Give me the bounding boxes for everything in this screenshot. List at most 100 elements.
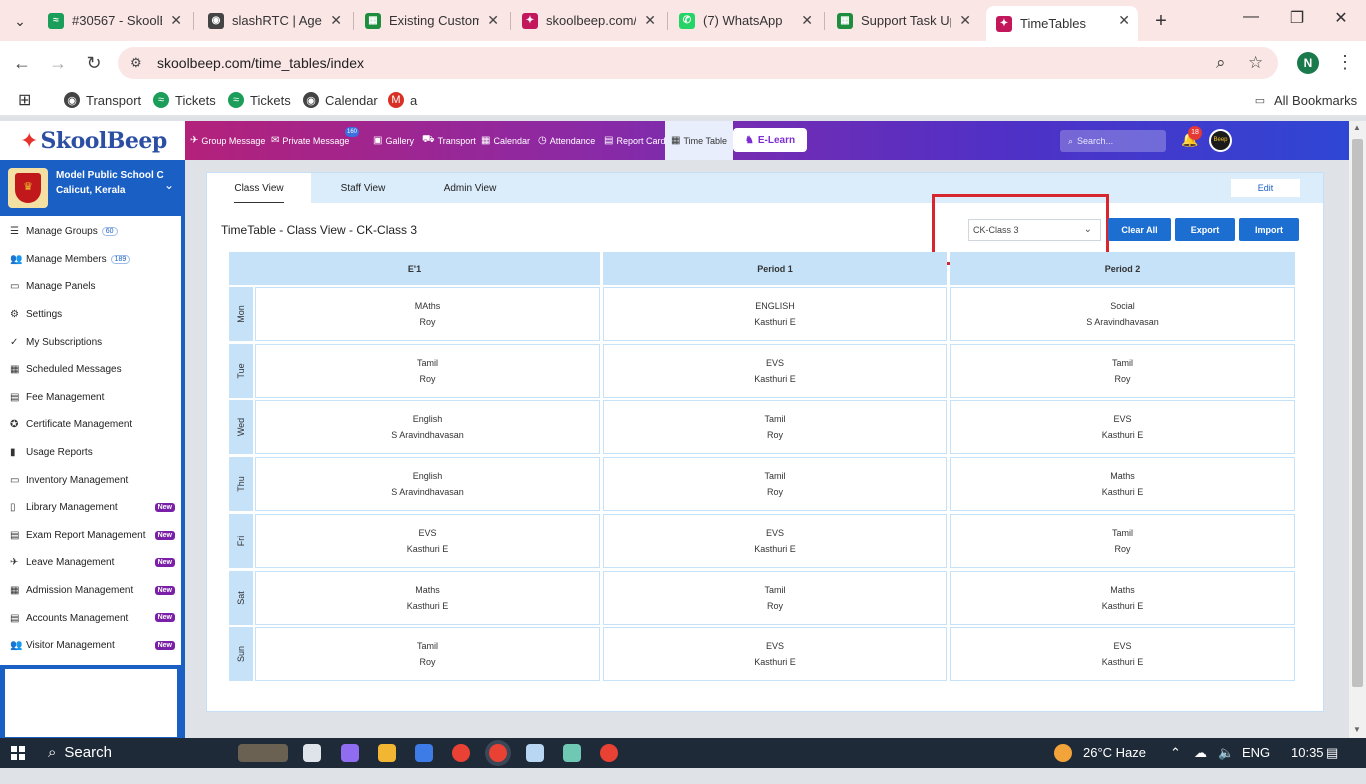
notepad-icon[interactable] xyxy=(526,744,544,762)
sidebar-item-library-management[interactable]: ▯ Library Management New xyxy=(0,494,181,522)
timetable-cell[interactable]: Tamil Roy xyxy=(603,570,947,625)
timetable-cell[interactable]: Tamil Roy xyxy=(255,343,600,398)
file-explorer-icon[interactable] xyxy=(378,744,396,762)
notification-center-icon[interactable]: ▤ xyxy=(1326,745,1338,761)
nav-attendance[interactable]: ◷ Attendance xyxy=(538,121,595,160)
restore-icon[interactable]: ❐ xyxy=(1282,8,1312,28)
close-tab-icon[interactable]: ✕ xyxy=(170,12,182,29)
browser-tab[interactable]: ◉ slashRTC | Agent ✕ xyxy=(198,6,350,35)
sidebar-item-my-subscriptions[interactable]: ✓ My Subscriptions xyxy=(0,328,181,356)
elearn-button[interactable]: ♞ E-Learn xyxy=(733,128,807,152)
browser-tab[interactable]: ✦ TimeTables ✕ xyxy=(986,6,1138,41)
close-tab-icon[interactable]: ✕ xyxy=(330,12,342,29)
widget-image-icon[interactable] xyxy=(238,744,288,762)
paint-icon[interactable] xyxy=(563,744,581,762)
sidebar-item-manage-members[interactable]: 👥 Manage Members 189 xyxy=(0,246,181,274)
page-scrollbar[interactable]: ▲ ▼ xyxy=(1349,121,1366,738)
scroll-down-icon[interactable]: ▼ xyxy=(1353,725,1361,734)
minimize-icon[interactable]: — xyxy=(1236,8,1266,26)
sidebar-item-usage-reports[interactable]: ▮ Usage Reports xyxy=(0,439,181,467)
timetable-cell[interactable]: English S Aravindhavasan xyxy=(255,457,600,512)
edit-button[interactable]: Edit xyxy=(1231,179,1300,197)
copilot-icon[interactable] xyxy=(341,744,359,762)
tab-class-view[interactable]: Class View xyxy=(207,173,311,203)
sidebar-item-scheduled-messages[interactable]: ▦ Scheduled Messages xyxy=(0,356,181,384)
timetable-cell[interactable]: Maths Kasthuri E xyxy=(950,570,1295,625)
browser-tab[interactable]: ▦ Existing Custom ✕ xyxy=(355,6,507,35)
timetable-cell[interactable]: ENGLISH Kasthuri E xyxy=(603,287,947,341)
sidebar-item-certificate-management[interactable]: ✪ Certificate Management xyxy=(0,411,181,439)
store-icon[interactable] xyxy=(415,744,433,762)
sidebar-item-leave-management[interactable]: ✈ Leave Management New xyxy=(0,549,181,577)
timetable-cell[interactable]: EVS Kasthuri E xyxy=(603,343,947,398)
sidebar-item-exam-report-management[interactable]: ▤ Exam Report Management New xyxy=(0,522,181,550)
all-bookmarks[interactable]: ▭ All Bookmarks xyxy=(1252,92,1357,108)
apps-grid-icon[interactable]: ⊞ xyxy=(18,90,31,110)
url-text[interactable]: skoolbeep.com/time_tables/index xyxy=(157,55,364,71)
nav-private-message[interactable]: ✉ Private Message xyxy=(271,121,349,160)
weather-icon[interactable] xyxy=(1054,744,1072,762)
clear-all-button[interactable]: Clear All xyxy=(1108,218,1171,241)
bookmark-item[interactable]: ◉ Transport xyxy=(64,92,141,108)
scroll-up-icon[interactable]: ▲ xyxy=(1353,123,1361,132)
timetable-cell[interactable]: MAths Roy xyxy=(255,287,600,341)
nav-gallery[interactable]: ▣ Gallery xyxy=(373,121,414,160)
nav-group-message[interactable]: ✈ Group Message xyxy=(190,121,265,160)
new-tab-icon[interactable]: + xyxy=(1148,8,1174,34)
close-tab-icon[interactable]: ✕ xyxy=(959,12,971,29)
header-search-input[interactable]: ⌕ Search... xyxy=(1060,130,1166,152)
browser-tab[interactable]: ✦ skoolbeep.com/ ✕ xyxy=(512,6,664,35)
timetable-cell[interactable]: EVS Kasthuri E xyxy=(603,627,947,682)
chrome-profile-icon[interactable] xyxy=(600,744,618,762)
sidebar-item-fee-management[interactable]: ▤ Fee Management xyxy=(0,384,181,412)
chevron-down-icon[interactable]: ⌄ xyxy=(164,178,174,192)
tray-chevron-icon[interactable]: ⌃ xyxy=(1170,745,1181,761)
sidebar-item-admission-management[interactable]: ▦ Admission Management New xyxy=(0,577,181,605)
timetable-cell[interactable]: Tamil Roy xyxy=(950,343,1295,398)
close-tab-icon[interactable]: ✕ xyxy=(1118,12,1130,29)
chrome-active-icon[interactable] xyxy=(489,744,507,762)
profile-avatar[interactable]: N xyxy=(1297,52,1319,74)
browser-tab[interactable]: ≈ #30567 - SkoolB ✕ xyxy=(38,6,190,35)
zoom-icon[interactable]: ⌕ xyxy=(1216,53,1226,73)
timetable-cell[interactable]: EVS Kasthuri E xyxy=(603,513,947,568)
school-selector[interactable]: ♛ Model Public School C Calicut, Kerala … xyxy=(0,160,181,216)
browser-tab[interactable]: ✆ (7) WhatsApp ✕ xyxy=(669,6,821,35)
browser-menu-icon[interactable]: ⋮ xyxy=(1336,52,1354,73)
close-tab-icon[interactable]: ✕ xyxy=(801,12,813,29)
forward-icon[interactable]: → xyxy=(47,52,69,74)
sidebar-item-manage-panels[interactable]: ▭ Manage Panels xyxy=(0,273,181,301)
sidebar-item-settings[interactable]: ⚙ Settings xyxy=(0,301,181,329)
close-tab-icon[interactable]: ✕ xyxy=(487,12,499,29)
timetable-cell[interactable]: EVS Kasthuri E xyxy=(950,400,1295,455)
taskbar-search[interactable]: ⌕ Search xyxy=(48,744,112,761)
clock[interactable]: 10:35 xyxy=(1291,745,1324,760)
speaker-icon[interactable]: 🔈 xyxy=(1218,745,1234,761)
language-indicator[interactable]: ENG xyxy=(1242,745,1270,760)
reload-icon[interactable]: ↻ xyxy=(83,52,105,74)
export-button[interactable]: Export xyxy=(1175,218,1235,241)
bookmark-item[interactable]: ◉ Calendar xyxy=(303,92,378,108)
nav-calendar[interactable]: ▦ Calendar xyxy=(481,121,530,160)
import-button[interactable]: Import xyxy=(1239,218,1299,241)
browser-tab[interactable]: ▦ Support Task Up ✕ xyxy=(827,6,979,35)
class-select[interactable]: CK-Class 3 ⌄ xyxy=(968,219,1101,241)
nav-report-card[interactable]: ▤ Report Card xyxy=(604,121,665,160)
bookmark-star-icon[interactable]: ☆ xyxy=(1248,53,1263,73)
timetable-cell[interactable]: EVS Kasthuri E xyxy=(950,627,1295,682)
chrome-icon[interactable] xyxy=(452,744,470,762)
timetable-cell[interactable]: Tamil Roy xyxy=(255,627,600,682)
task-view-icon[interactable] xyxy=(303,744,321,762)
site-info-icon[interactable]: ⚙ xyxy=(130,55,142,71)
omnibox[interactable]: ⚙ skoolbeep.com/time_tables/index ⌕ ☆ xyxy=(118,47,1278,79)
weather-text[interactable]: 26°C Haze xyxy=(1083,745,1146,760)
tab-staff-view[interactable]: Staff View xyxy=(311,173,415,203)
sidebar-item-accounts-management[interactable]: ▤ Accounts Management New xyxy=(0,604,181,632)
window-close-icon[interactable]: ✕ xyxy=(1326,8,1356,28)
timetable-cell[interactable]: EVS Kasthuri E xyxy=(255,513,600,568)
sidebar-item-manage-groups[interactable]: ☰ Manage Groups 60 xyxy=(0,218,181,246)
bookmark-item[interactable]: ≈ Tickets xyxy=(228,92,291,108)
timetable-cell[interactable]: Maths Kasthuri E xyxy=(255,570,600,625)
close-tab-icon[interactable]: ✕ xyxy=(644,12,656,29)
bookmark-item[interactable]: Ma xyxy=(388,92,417,108)
